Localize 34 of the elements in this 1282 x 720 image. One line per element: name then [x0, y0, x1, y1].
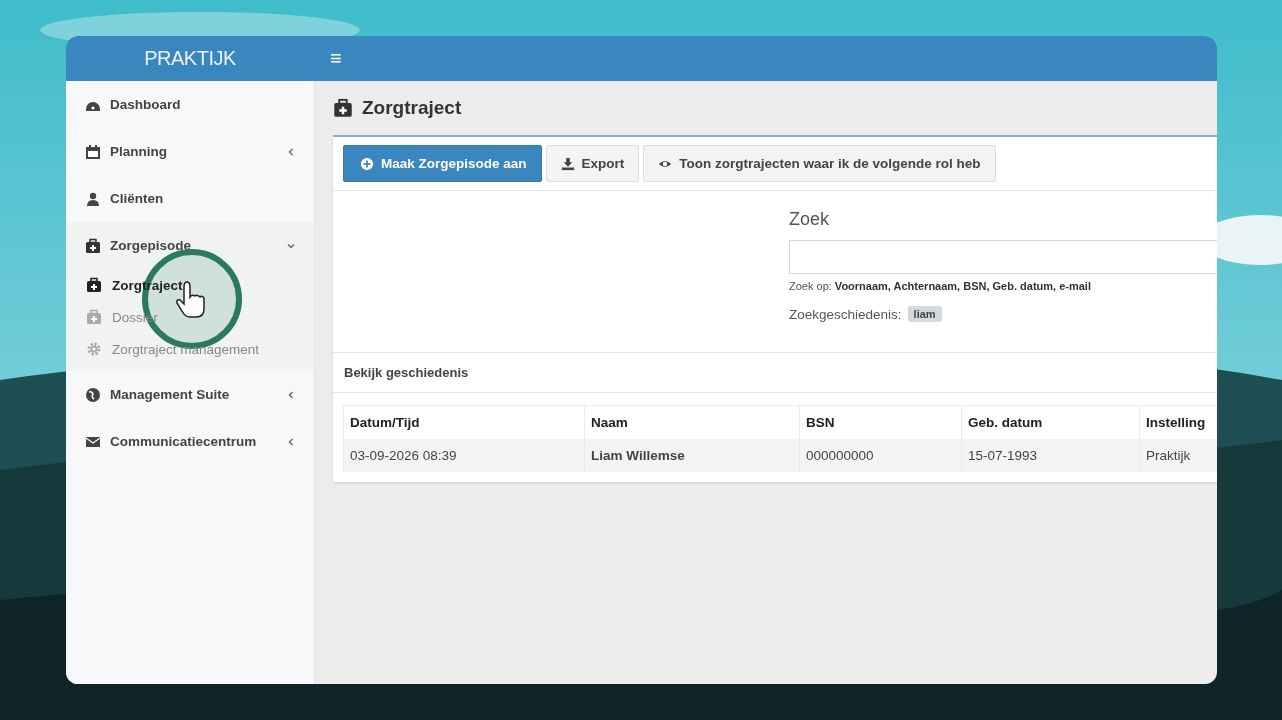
sidebar-item[interactable]: Planning: [66, 128, 314, 175]
medical-kit-icon: [333, 98, 353, 118]
toolbar-button[interactable]: Toon zorgtrajecten waar ik de volgende rol heb: [643, 145, 996, 182]
search-field[interactable]: [789, 240, 1217, 274]
section-title: Bekijk geschiedenis: [344, 365, 469, 380]
search-hint: Zoek op: Voornaam, Achternaam, BSN, Geb. datum, e-mail: [789, 280, 1092, 292]
download-icon: [560, 156, 575, 171]
menu-toggle[interactable]: ≡: [330, 47, 342, 70]
sidebar-item[interactable]: Communicatiecentrum: [66, 418, 314, 465]
page-title: Zorgtraject: [362, 97, 462, 119]
medical-kit-icon: [86, 277, 102, 293]
medical-kit-icon: [86, 309, 102, 325]
chevron-left-icon: [286, 436, 296, 447]
plus-circle-icon: [360, 156, 374, 171]
table-cell: Liam Willemse: [584, 439, 800, 472]
gear-icon: [86, 341, 102, 357]
table-cell: Praktijk: [1139, 439, 1217, 472]
table-cell: 03-09-2026 08:39: [343, 439, 585, 472]
medical-kit-icon: [85, 237, 101, 254]
search-label: Zoek: [789, 209, 831, 230]
history-tag[interactable]: liam: [907, 306, 942, 322]
table-cell: 000000000: [799, 439, 962, 472]
calendar-icon: [85, 143, 101, 160]
table-cell: 15-07-1993: [961, 439, 1140, 472]
chevron-left-icon: [286, 146, 296, 157]
sidebar-item[interactable]: Management Suite: [66, 371, 314, 418]
toolbar-button[interactable]: Maak Zorgepisode aan: [343, 145, 542, 182]
globe-icon: [85, 386, 101, 403]
sidebar-item[interactable]: Cliënten: [66, 175, 314, 222]
toolbar-button[interactable]: Export: [545, 145, 640, 182]
sidebar-item[interactable]: Dashboard: [66, 81, 314, 128]
history-label: Zoekgeschiedenis:: [789, 306, 902, 322]
chevron-left-icon: [286, 389, 296, 400]
user-icon: [85, 190, 101, 207]
